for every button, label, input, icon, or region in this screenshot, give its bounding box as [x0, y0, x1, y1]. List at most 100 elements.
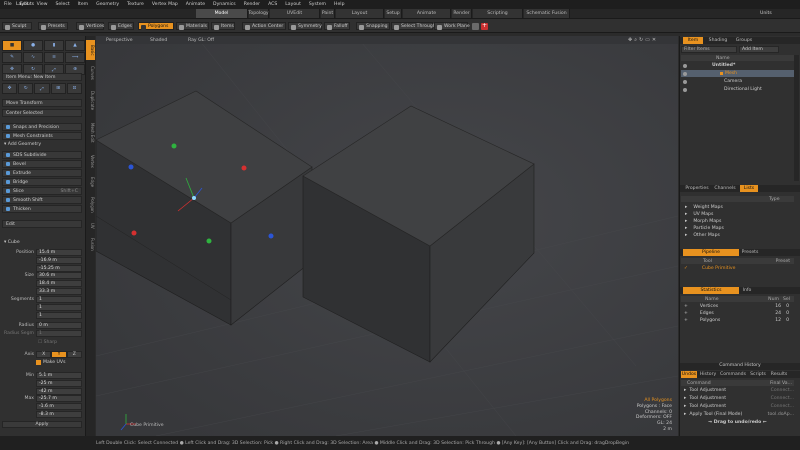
history-row[interactable]: ▸ Tool Adjustment Connect... — [681, 395, 794, 402]
tab-lists[interactable]: Lists — [740, 185, 758, 192]
shaded-dropdown[interactable]: Shaded — [150, 38, 167, 43]
vtab-vertex[interactable]: Vertex — [86, 150, 95, 172]
max-z-field[interactable]: -8.3 m — [36, 411, 82, 418]
extrude-button[interactable]: Extrude — [2, 169, 82, 177]
stat-vertices[interactable]: + Vertices 16 0 — [681, 303, 794, 310]
center-selected-dropdown[interactable]: Center Selected — [2, 109, 82, 117]
materials-button[interactable]: Materials — [176, 22, 209, 30]
perspective-dropdown[interactable]: Perspective — [106, 38, 133, 43]
polygon-marker-front[interactable] — [206, 238, 212, 244]
sphere-icon[interactable]: ● — [23, 40, 43, 51]
add-item-button[interactable]: Add Item — [739, 46, 779, 53]
list-particle-maps[interactable]: ▸ Particle Maps — [681, 225, 794, 232]
eye-icon[interactable] — [683, 71, 687, 76]
eye-icon[interactable] — [683, 79, 687, 84]
menu-geometry[interactable]: Geometry — [96, 2, 119, 7]
position-z-field[interactable]: -15.25 m — [36, 265, 82, 272]
tab-shading[interactable]: Shading — [706, 37, 730, 44]
units-label[interactable]: Units — [760, 11, 772, 16]
size-y-field[interactable]: 18.4 m — [36, 280, 82, 287]
item-camera[interactable]: Camera — [681, 78, 794, 85]
cylinder-icon[interactable]: ▮ — [44, 40, 64, 51]
lines-icon[interactable]: ≡ — [44, 52, 64, 63]
menu-select[interactable]: Select — [56, 2, 70, 7]
item-untitled[interactable]: Untitled* — [681, 62, 794, 69]
menu-dynamics[interactable]: Dynamics — [213, 2, 236, 7]
add-geometry-header[interactable]: ▾ Add Geometry — [4, 142, 41, 147]
tab-pipeline[interactable]: Pipeline — [683, 249, 739, 256]
vtab-uv[interactable]: UV — [86, 220, 95, 232]
tab-render[interactable]: Render — [452, 9, 472, 18]
snapping-button[interactable]: Snapping — [356, 22, 390, 30]
tab-item[interactable]: Item — [683, 37, 703, 44]
item-list-scrollbar[interactable] — [794, 55, 799, 181]
menu-help[interactable]: Help — [334, 2, 344, 7]
sds-subdivide-button[interactable]: SDS Subdivide — [2, 151, 82, 159]
snap-icon-5[interactable]: ⊡ — [66, 83, 83, 94]
curve-icon[interactable]: ∿ — [23, 52, 43, 63]
eye-icon[interactable] — [683, 63, 687, 68]
menu-file[interactable]: File — [4, 2, 12, 7]
position-x-field[interactable]: 15.4 m — [36, 249, 82, 256]
menu-acs[interactable]: ACS — [268, 2, 277, 7]
max-x-field[interactable]: -25.7 m — [36, 395, 82, 402]
expand-icon[interactable]: ▸ — [685, 212, 687, 217]
polygon-marker-side[interactable] — [268, 233, 274, 239]
tab-statistics[interactable]: Statistics — [683, 287, 739, 294]
tab-commands[interactable]: Commands — [719, 371, 747, 378]
edit-dropdown[interactable]: Edit — [2, 220, 82, 228]
item-mesh[interactable]: Mesh — [681, 70, 794, 77]
axis-y-button[interactable]: Y — [51, 351, 67, 358]
expand-icon[interactable]: ▸ — [684, 396, 686, 401]
items-button[interactable]: Items — [211, 22, 235, 30]
vertices-button[interactable]: Vertices — [76, 22, 104, 30]
radius-segments-field[interactable]: 1 — [36, 330, 82, 337]
vtab-edge[interactable]: Edge — [86, 174, 95, 190]
path-icon[interactable]: ⟿ — [65, 52, 85, 63]
history-row[interactable]: ▸ Tool Adjustment Connect... — [681, 387, 794, 394]
expand-icon[interactable]: ▸ — [684, 388, 686, 393]
expand-icon[interactable]: ▸ — [685, 219, 687, 224]
item-menu-dropdown[interactable]: Item Menu: New Item — [2, 73, 82, 81]
vtab-basic[interactable]: Basic — [86, 40, 95, 60]
tab-animate[interactable]: Animate — [403, 9, 451, 18]
vtab-fusion[interactable]: Fusion — [86, 234, 95, 254]
segments-y-field[interactable]: 1 — [36, 304, 82, 311]
radius-field[interactable]: 0 m — [36, 322, 82, 329]
item-directional-light[interactable]: Directional Light — [681, 86, 794, 93]
tab-undos[interactable]: Undos — [681, 371, 697, 378]
expand-icon[interactable]: ▸ — [684, 404, 686, 409]
expand-icon[interactable]: ▸ — [685, 226, 687, 231]
snaps-precision-button[interactable]: Snaps and Precision — [2, 123, 82, 131]
tab-properties[interactable]: Properties — [683, 185, 711, 192]
polygon-marker-front-left[interactable] — [131, 230, 137, 236]
history-row[interactable]: ▸ Apply Tool (Final Mode) tool.doAp... — [681, 411, 794, 418]
max-y-field[interactable]: -1.6 m — [36, 403, 82, 410]
min-y-field[interactable]: -25 m — [36, 380, 82, 387]
symmetry-button[interactable]: Symmetry — [288, 22, 322, 30]
smooth-shift-button[interactable]: Smooth Shift — [2, 196, 82, 204]
viewport-nav-icons[interactable]: ✥⌕↻▭✕ — [628, 37, 658, 43]
filter-items-input[interactable]: Filter Items — [681, 46, 737, 53]
menu-layout[interactable]: Layout — [285, 2, 301, 7]
cube-icon[interactable]: ■ — [2, 40, 22, 51]
eye-icon[interactable] — [683, 87, 687, 92]
vtab-duplicate[interactable]: Duplicate — [86, 86, 95, 116]
list-uv-maps[interactable]: ▸ UV Maps — [681, 211, 794, 218]
drag-undo-redo-hint[interactable]: → Drag to undo/redo ← — [681, 419, 794, 426]
settings-icon[interactable] — [472, 23, 479, 30]
list-other-maps[interactable]: ▸ Other Maps — [681, 232, 794, 239]
bevel-button[interactable]: Bevel — [2, 160, 82, 168]
make-uvs-checkbox[interactable]: Make UVs — [36, 360, 65, 365]
sculpt-button[interactable]: Sculpt — [2, 22, 32, 30]
3d-viewport[interactable] — [96, 36, 678, 436]
axis-x-button[interactable]: X — [36, 351, 52, 358]
action-center-button[interactable]: Action Center — [242, 22, 286, 30]
segments-z-field[interactable]: 1 — [36, 312, 82, 319]
presets-button[interactable]: Presets — [38, 22, 68, 30]
plus-icon[interactable]: + — [684, 311, 688, 316]
snap-icon-2[interactable]: ↻ — [18, 83, 34, 94]
min-z-field[interactable]: -42 m — [36, 388, 82, 395]
snap-icon-1[interactable]: ✥ — [2, 83, 18, 94]
list-weight-maps[interactable]: ▸ Weight Maps — [681, 204, 794, 211]
